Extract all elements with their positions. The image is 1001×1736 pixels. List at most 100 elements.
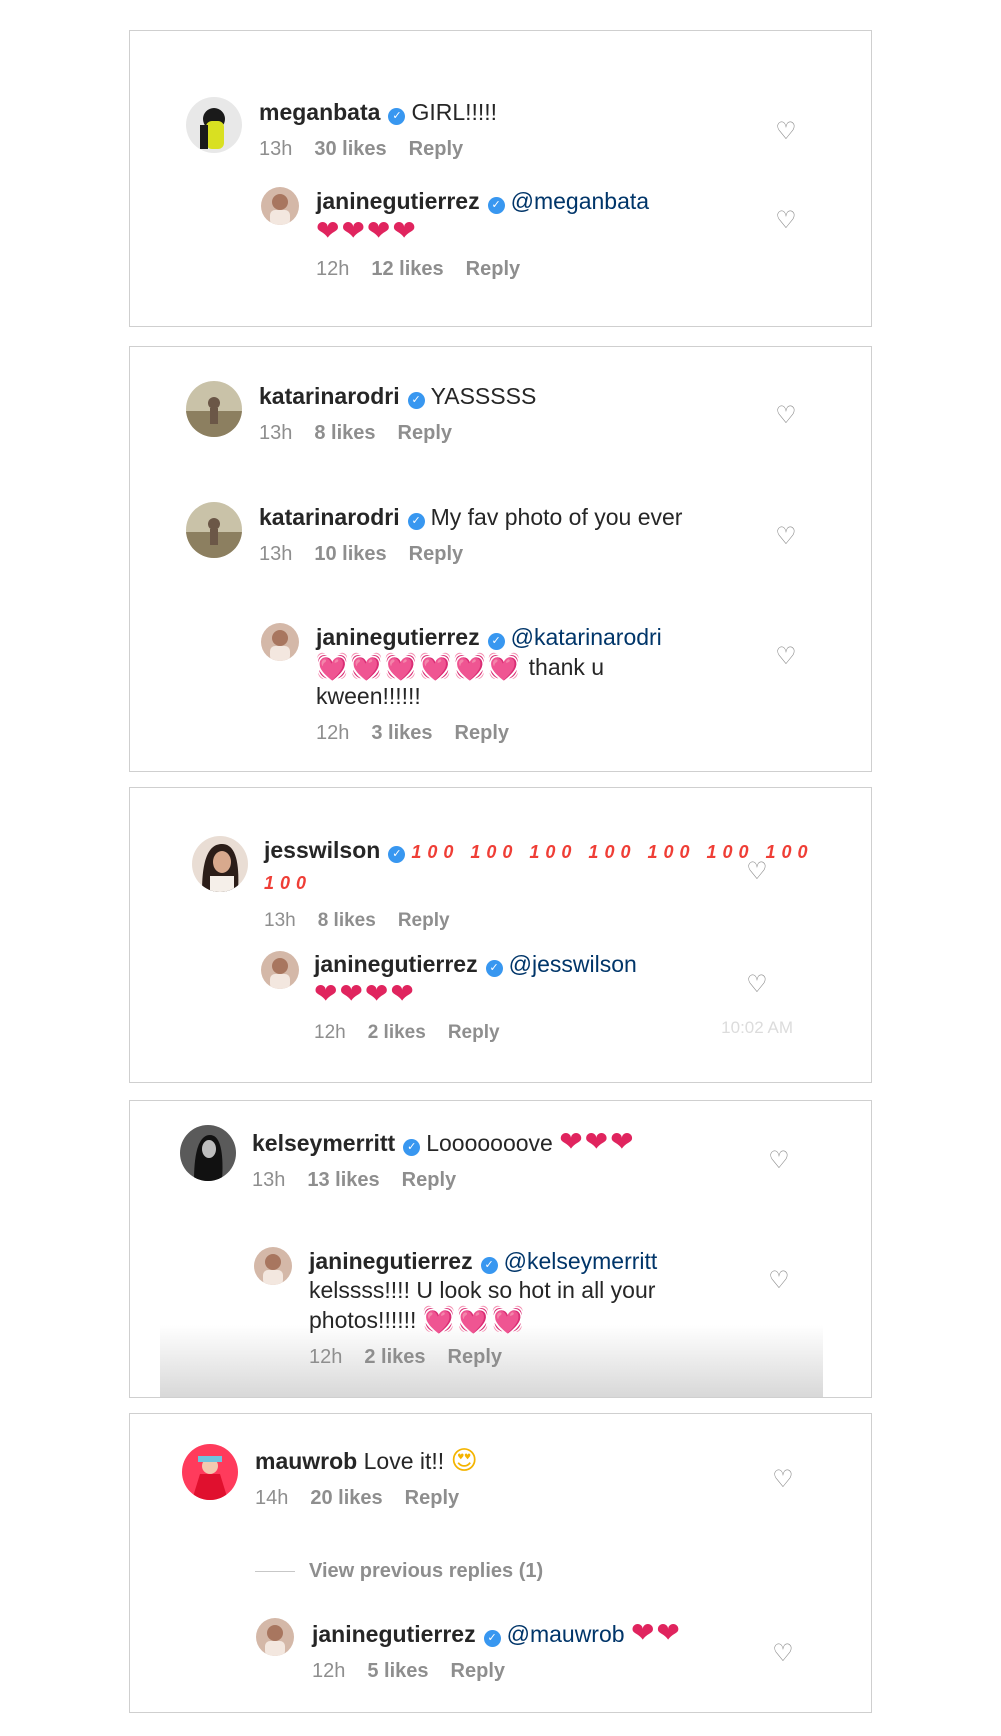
avatar[interactable] xyxy=(192,836,248,892)
comment-time: 13h xyxy=(259,543,293,565)
likes-count[interactable]: 10 likes xyxy=(314,543,386,565)
username[interactable]: jesswilson xyxy=(264,837,380,863)
avatar[interactable] xyxy=(186,97,242,153)
mention-link[interactable]: @meganbata xyxy=(511,188,649,214)
username[interactable]: meganbata xyxy=(259,99,380,125)
heart-outline-icon[interactable]: ♡ xyxy=(770,1642,796,1666)
likes-count[interactable]: 2 likes xyxy=(364,1346,425,1368)
comment-time: 14h xyxy=(255,1487,289,1509)
likes-count[interactable]: 5 likes xyxy=(367,1660,428,1682)
mention-link[interactable]: @katarinarodri xyxy=(511,624,662,650)
comment-body: katarinarodri ✓ YASSSSS 13h 8 likes Reply xyxy=(259,382,536,448)
reply-button[interactable]: Reply xyxy=(466,258,520,280)
reply-button[interactable]: Reply xyxy=(409,138,463,160)
reply-button[interactable]: Reply xyxy=(398,910,450,931)
comment-text: Love it!! xyxy=(363,1448,445,1474)
heart-emoji: ❤❤❤❤ xyxy=(316,215,418,246)
reply-button[interactable]: Reply xyxy=(451,1660,505,1682)
verified-badge-icon: ✓ xyxy=(407,392,425,409)
heart-outline-icon[interactable]: ♡ xyxy=(766,1269,792,1293)
heart-outline-icon[interactable]: ♡ xyxy=(770,1468,796,1492)
reply-button[interactable]: Reply xyxy=(409,543,463,565)
view-previous-replies-label[interactable]: View previous replies (1) xyxy=(309,1560,543,1582)
verified-badge-icon: ✓ xyxy=(388,846,406,863)
reply-button[interactable]: Reply xyxy=(398,422,452,444)
likes-count[interactable]: 8 likes xyxy=(318,910,376,931)
comment-time: 12h xyxy=(314,1022,346,1043)
heart-outline-icon[interactable]: ♡ xyxy=(744,860,770,884)
likes-count[interactable]: 12 likes xyxy=(371,258,443,280)
comment-thread-card: kelseymerritt ✓ Looooooove ❤❤❤ 13h 13 likes… xyxy=(129,1100,872,1398)
reply-button[interactable]: Reply xyxy=(448,1022,500,1043)
comment-time: 12h xyxy=(316,722,350,744)
comment-meta: 14h 20 likes Reply xyxy=(255,1484,481,1513)
avatar[interactable] xyxy=(186,502,242,558)
mention-link[interactable]: @jesswilson xyxy=(509,951,637,977)
mention-link[interactable]: @kelseymerritt xyxy=(504,1248,658,1274)
heart-emoji: 💓💓💓 xyxy=(422,1304,526,1334)
avatar[interactable] xyxy=(254,1247,292,1285)
username[interactable]: kelseymerritt xyxy=(252,1130,395,1156)
verified-badge-icon: ✓ xyxy=(407,513,425,530)
likes-count[interactable]: 8 likes xyxy=(314,422,375,444)
avatar[interactable] xyxy=(182,1444,238,1500)
comment-meta: 12h 12 likes Reply xyxy=(316,255,649,284)
heart-emoji: ❤❤❤ xyxy=(559,1126,636,1157)
reply-button[interactable]: Reply xyxy=(448,1346,502,1368)
avatar[interactable] xyxy=(186,381,242,437)
divider xyxy=(255,1571,295,1573)
comment-body: janinegutierrez ✓ @jesswilson ❤❤❤❤ 12h 2 li… xyxy=(314,950,637,1047)
heart-outline-icon[interactable]: ♡ xyxy=(773,120,799,144)
avatar[interactable] xyxy=(261,951,299,989)
comment-body: katarinarodri ✓ My fav photo of you ever 1… xyxy=(259,503,682,569)
comment-time: 13h xyxy=(259,422,293,444)
message-timestamp: 10:02 AM xyxy=(721,1018,793,1037)
heart-outline-icon[interactable]: ♡ xyxy=(744,973,770,997)
avatar[interactable] xyxy=(180,1125,236,1181)
heart-outline-icon[interactable]: ♡ xyxy=(773,209,799,233)
username[interactable]: janinegutierrez xyxy=(316,188,480,214)
likes-count[interactable]: 30 likes xyxy=(314,138,386,160)
avatar[interactable] xyxy=(261,623,299,661)
heart-outline-icon[interactable]: ♡ xyxy=(766,1149,792,1173)
heart-outline-icon[interactable]: ♡ xyxy=(773,525,799,549)
username[interactable]: janinegutierrez xyxy=(312,1621,476,1647)
reply-button[interactable]: Reply xyxy=(455,722,509,744)
comment-meta: 13h 13 likes Reply xyxy=(252,1166,636,1195)
comment-meta: 13h 8 likes Reply xyxy=(259,419,536,448)
comment-time: 12h xyxy=(309,1346,343,1368)
verified-badge-icon: ✓ xyxy=(487,633,505,650)
verified-badge-icon: ✓ xyxy=(480,1257,498,1274)
mention-link[interactable]: @mauwrob xyxy=(507,1621,625,1647)
heart-outline-icon[interactable]: ♡ xyxy=(773,404,799,428)
verified-badge-icon: ✓ xyxy=(487,197,505,214)
comment-body: meganbata ✓ GIRL!!!!! 13h 30 likes Reply xyxy=(259,98,497,164)
comment-time: 13h xyxy=(259,138,293,160)
username[interactable]: janinegutierrez xyxy=(316,624,480,650)
comment-thread-card: meganbata ✓ GIRL!!!!! 13h 30 likes Reply ♡ j… xyxy=(129,30,872,327)
comment-text: thank u xyxy=(528,654,605,680)
likes-count[interactable]: 13 likes xyxy=(307,1169,379,1191)
heart-emoji: ❤❤❤❤ xyxy=(314,978,416,1009)
view-previous-replies-button[interactable]: View previous replies (1) xyxy=(255,1560,543,1583)
username[interactable]: mauwrob xyxy=(255,1448,357,1474)
comment-time: 12h xyxy=(312,1660,346,1682)
likes-count[interactable]: 3 likes xyxy=(371,722,432,744)
username[interactable]: janinegutierrez xyxy=(309,1248,473,1274)
avatar[interactable] xyxy=(256,1618,294,1656)
likes-count[interactable]: 2 likes xyxy=(368,1022,426,1043)
username[interactable]: janinegutierrez xyxy=(314,951,478,977)
heart-outline-icon[interactable]: ♡ xyxy=(773,645,799,669)
comment-text-continued: photos!!!!!! xyxy=(309,1307,417,1333)
comment-body: kelseymerritt ✓ Looooooove ❤❤❤ 13h 13 likes… xyxy=(252,1127,636,1195)
comment-body: jesswilson ✓ 100 100 100 100 100 100 100 1… xyxy=(264,836,871,935)
username[interactable]: katarinarodri xyxy=(259,383,400,409)
reply-button[interactable]: Reply xyxy=(402,1169,456,1191)
comment-body: janinegutierrez ✓ @katarinarodri 💓💓💓💓💓💓 th… xyxy=(316,623,662,748)
likes-count[interactable]: 20 likes xyxy=(310,1487,382,1509)
avatar[interactable] xyxy=(261,187,299,225)
reply-button[interactable]: Reply xyxy=(405,1487,459,1509)
username[interactable]: katarinarodri xyxy=(259,504,400,530)
verified-badge-icon: ✓ xyxy=(388,108,406,125)
comment-text: kelssss!!!! U look so hot in all your xyxy=(309,1277,656,1303)
